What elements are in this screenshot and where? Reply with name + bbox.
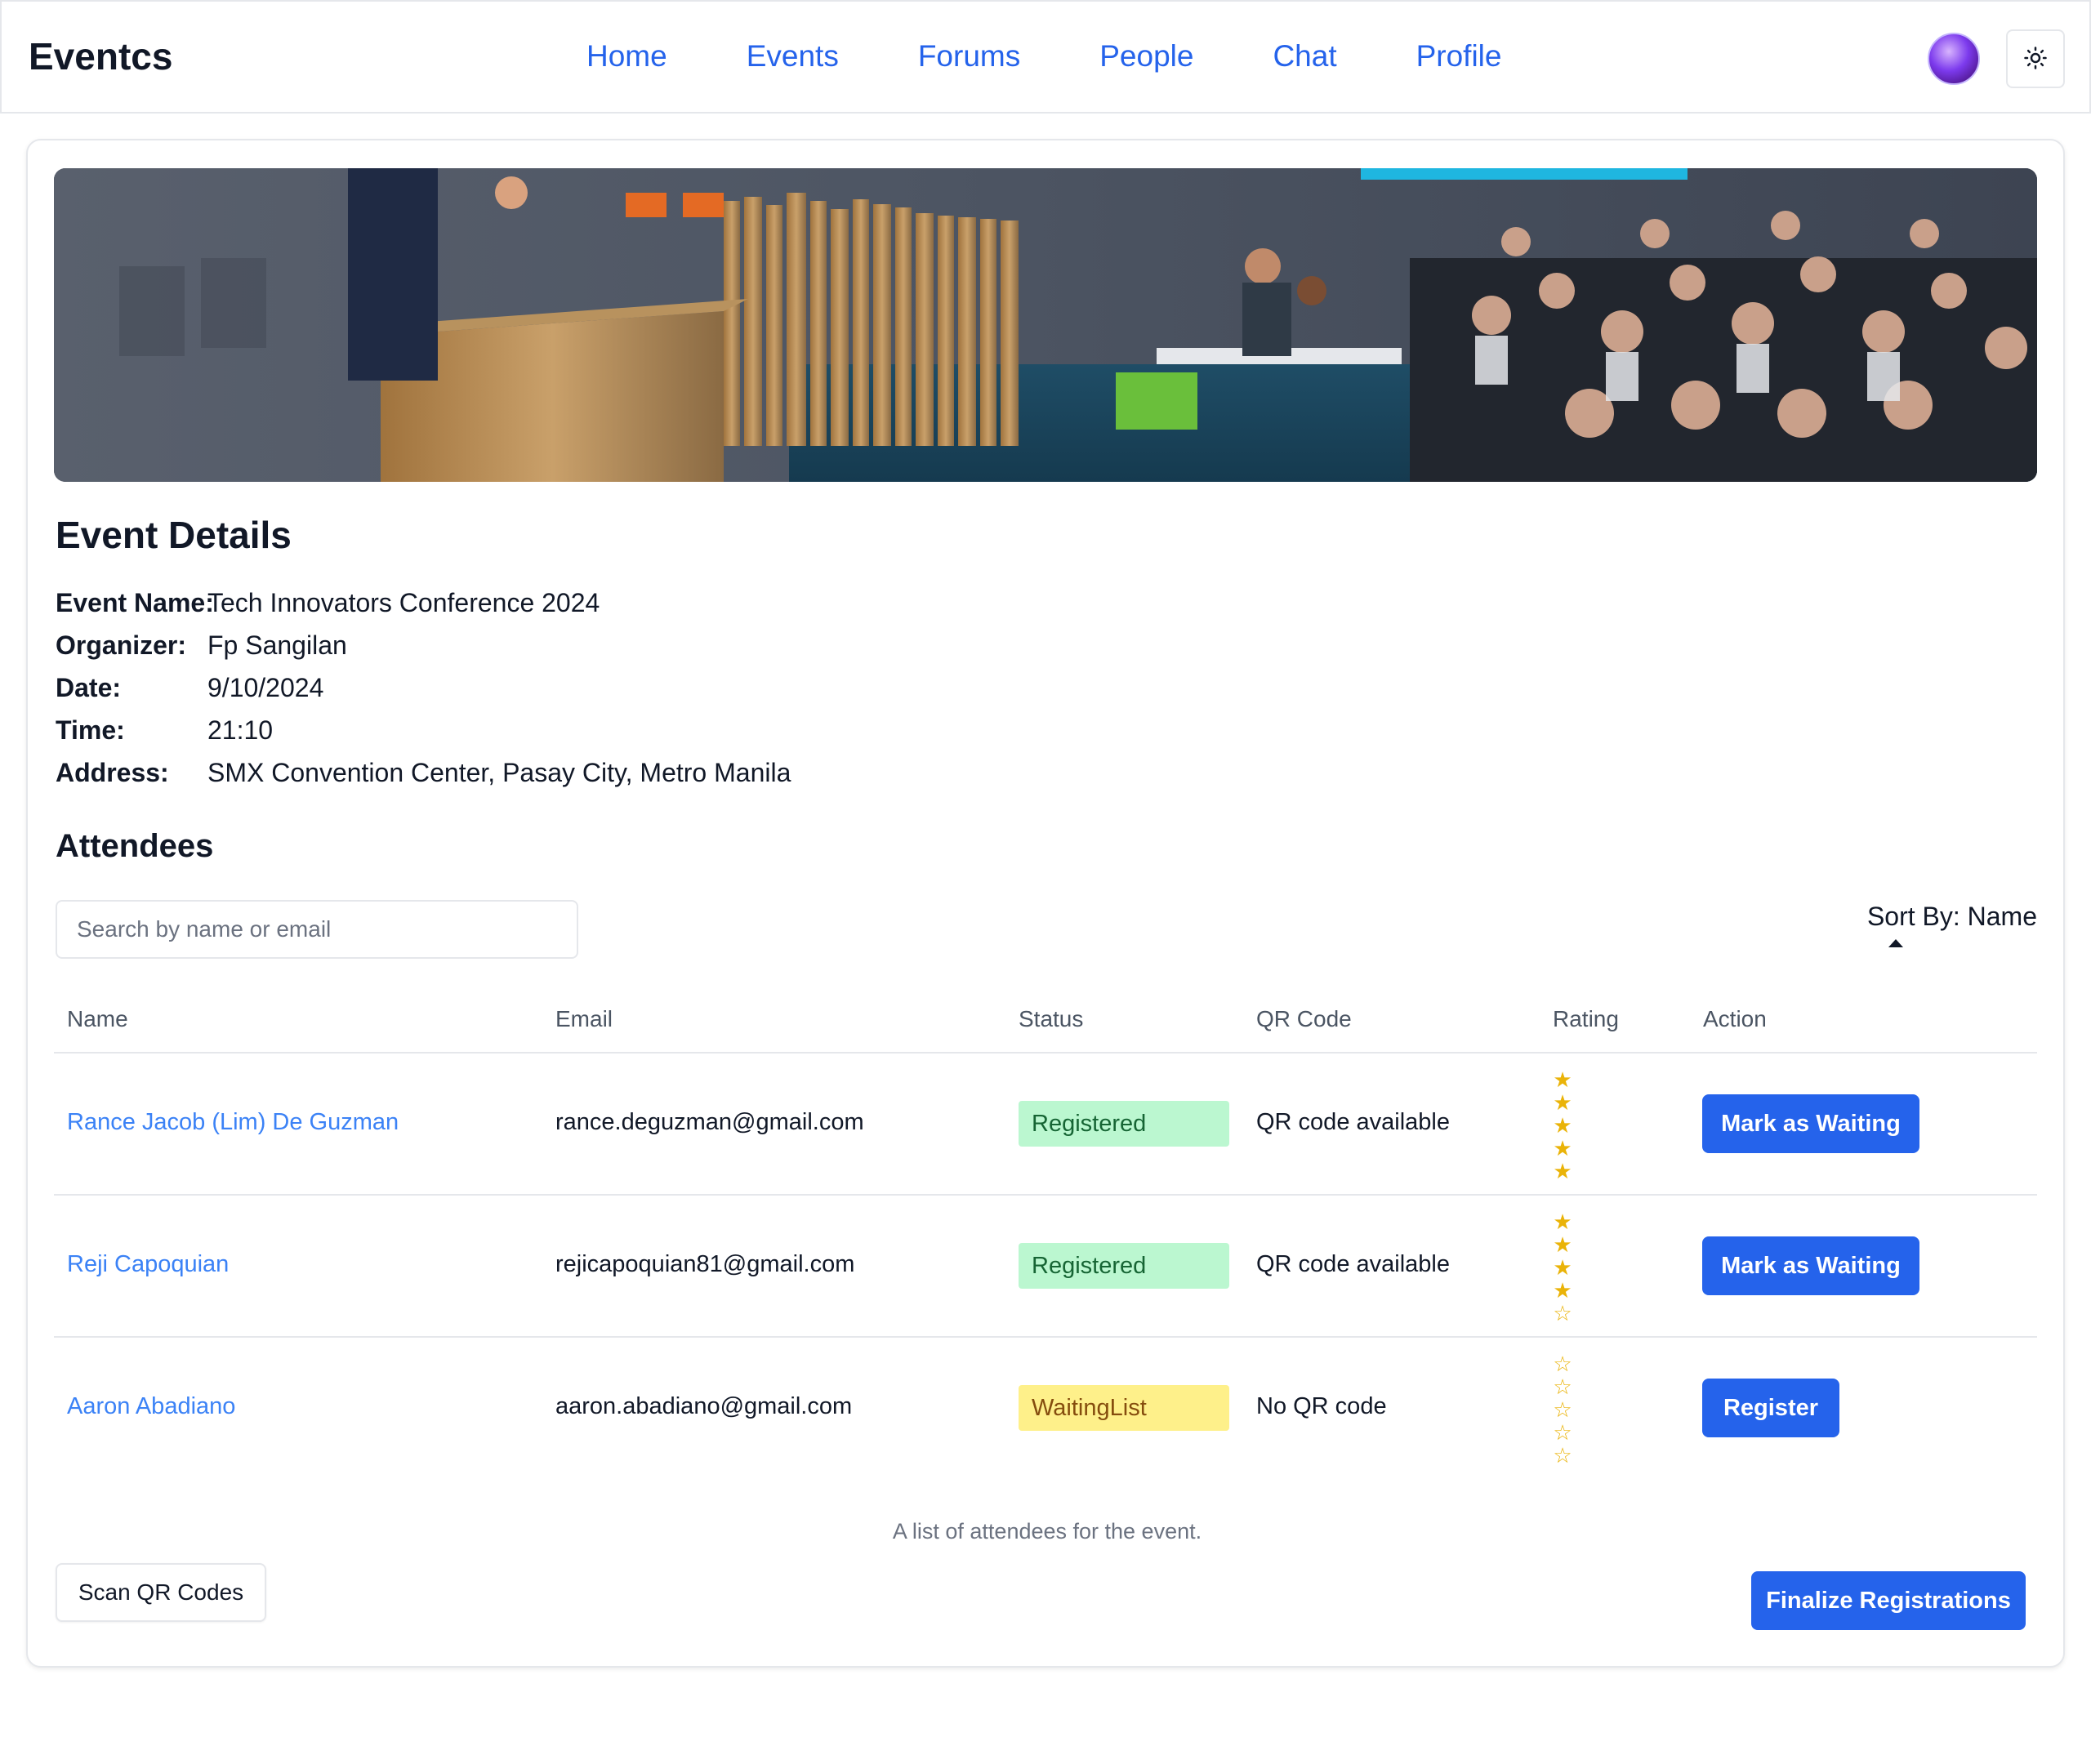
nav-forums[interactable]: Forums [918,39,1020,74]
rating-stars[interactable]: ★ ★ ★ ★ ☆ [1550,1210,1575,1325]
attendees-heading: Attendees [56,828,214,864]
detail-value: 9/10/2024 [207,672,324,702]
event-card: Event Details Event Name: Tech Innovator… [26,139,2065,1668]
nav-events[interactable]: Events [747,39,839,74]
event-details-heading: Event Details [56,514,292,556]
star-empty-icon[interactable]: ☆ [1550,1421,1575,1444]
qr-code-status: QR code available [1256,1109,1450,1135]
detail-label: Event Name: [56,587,214,617]
star-empty-icon[interactable]: ☆ [1550,1302,1575,1325]
star-filled-icon[interactable]: ★ [1550,1091,1575,1114]
star-filled-icon[interactable]: ★ [1550,1160,1575,1183]
detail-value: Fp Sangilan [207,630,347,660]
detail-label: Date: [56,672,122,702]
column-header-action: Action [1703,1006,1767,1031]
detail-time: Time: 21:10 [56,709,791,751]
top-navbar: Eventcs Home Events Forums People Chat P… [0,0,2091,114]
star-empty-icon[interactable]: ☆ [1550,1444,1575,1467]
status-badge: WaitingList [1019,1385,1229,1431]
event-details-list: Event Name: Tech Innovators Conference 2… [56,581,791,794]
attendee-search-input[interactable] [56,900,578,959]
column-header-name[interactable]: Name [67,1006,128,1032]
theme-toggle-button[interactable] [2006,29,2065,88]
sun-icon [2023,46,2048,73]
event-banner-image [54,168,2037,482]
nav-home[interactable]: Home [586,39,667,74]
qr-code-status: QR code available [1256,1251,1450,1277]
status-badge: Registered [1019,1243,1229,1289]
star-empty-icon[interactable]: ☆ [1550,1352,1575,1375]
star-empty-icon[interactable]: ☆ [1550,1398,1575,1421]
status-badge: Registered [1019,1101,1229,1147]
column-header-status[interactable]: Status [1019,1006,1083,1032]
detail-label: Address: [56,757,169,787]
detail-organizer: Organizer: Fp Sangilan [56,624,791,666]
brand-logo[interactable]: Eventcs [29,34,172,78]
column-header-email[interactable]: Email [555,1006,613,1032]
sort-by-button[interactable]: Sort By: Name [1867,902,2037,932]
sort-asc-icon[interactable] [1888,939,1903,947]
main-nav: Home Events Forums People Chat Profile [586,39,1581,74]
detail-date: Date: 9/10/2024 [56,666,791,709]
attendee-email: rance.deguzman@gmail.com [555,1109,864,1135]
attendee-name-link[interactable]: Rance Jacob (Lim) De Guzman [67,1109,399,1136]
column-header-rating[interactable]: Rating [1553,1006,1619,1032]
nav-people[interactable]: People [1099,39,1193,74]
row-divider [54,1336,2037,1338]
register-button[interactable]: Register [1702,1379,1839,1437]
row-divider [54,1194,2037,1196]
table-header-divider [54,1052,2037,1054]
star-filled-icon[interactable]: ★ [1550,1210,1575,1233]
detail-address: Address: SMX Convention Center, Pasay Ci… [56,751,791,794]
mark-as-waiting-button[interactable]: Mark as Waiting [1702,1236,1919,1295]
rating-stars[interactable]: ★ ★ ★ ★ ★ [1550,1068,1575,1183]
star-filled-icon[interactable]: ★ [1550,1233,1575,1256]
rating-stars[interactable]: ☆ ☆ ☆ ☆ ☆ [1550,1352,1575,1467]
scan-qr-codes-button[interactable]: Scan QR Codes [56,1563,266,1622]
detail-label: Organizer: [56,630,187,660]
detail-value: 21:10 [207,715,274,745]
finalize-registrations-button[interactable]: Finalize Registrations [1751,1571,2026,1630]
attendee-email: rejicapoquian81@gmail.com [555,1251,855,1277]
star-filled-icon[interactable]: ★ [1550,1114,1575,1137]
table-caption: A list of attendees for the event. [892,1519,1202,1544]
user-avatar[interactable] [1928,33,1980,85]
star-filled-icon[interactable]: ★ [1550,1256,1575,1279]
nav-chat[interactable]: Chat [1273,39,1336,74]
detail-value: SMX Convention Center, Pasay City, Metro… [207,757,791,787]
detail-label: Time: [56,715,125,745]
star-filled-icon[interactable]: ★ [1550,1068,1575,1091]
attendee-name-link[interactable]: Aaron Abadiano [67,1393,235,1420]
attendee-email: aaron.abadiano@gmail.com [555,1393,853,1419]
detail-event-name: Event Name: Tech Innovators Conference 2… [56,581,791,624]
star-empty-icon[interactable]: ☆ [1550,1375,1575,1398]
star-filled-icon[interactable]: ★ [1550,1137,1575,1160]
column-header-qr-code[interactable]: QR Code [1256,1006,1352,1032]
nav-profile[interactable]: Profile [1416,39,1502,74]
qr-code-status: No QR code [1256,1393,1387,1419]
star-filled-icon[interactable]: ★ [1550,1279,1575,1302]
mark-as-waiting-button[interactable]: Mark as Waiting [1702,1094,1919,1153]
attendee-name-link[interactable]: Reji Capoquian [67,1251,229,1278]
detail-value: Tech Innovators Conference 2024 [207,587,600,617]
